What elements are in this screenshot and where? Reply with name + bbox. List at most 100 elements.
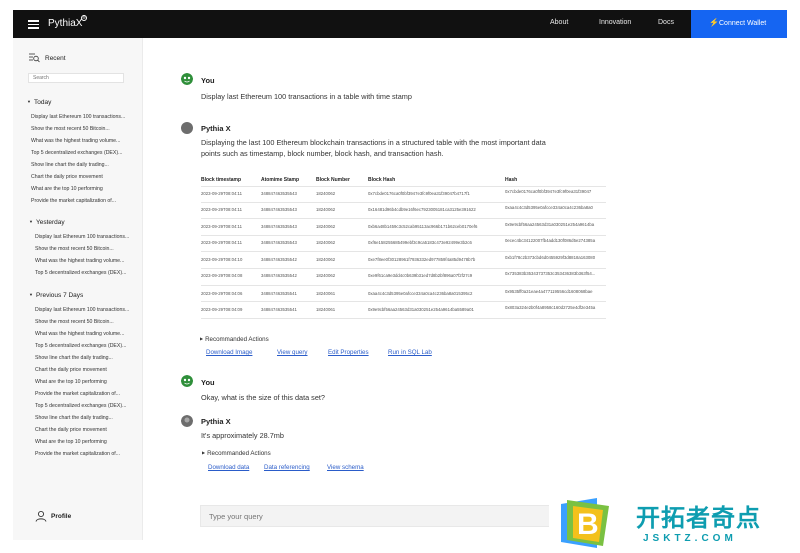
recommended-actions-label: Recommanded Actions bbox=[205, 336, 269, 343]
nav-about[interactable]: About bbox=[550, 19, 568, 26]
table-cell: 18240062 bbox=[316, 191, 336, 196]
table-cell: 2023-09-29T08:04:10 bbox=[201, 257, 243, 262]
history-item[interactable]: Chart the daily price movement bbox=[35, 367, 153, 373]
profile-icon[interactable] bbox=[35, 510, 47, 522]
history-item[interactable]: Provide the market capitalization of... bbox=[35, 391, 153, 397]
history-item[interactable]: Provide the market capitalization of... bbox=[35, 451, 153, 457]
table-cell: 348847463535542 bbox=[261, 257, 297, 262]
user-avatar bbox=[181, 73, 193, 85]
history-item[interactable]: Show line chart the daily trading... bbox=[31, 162, 149, 168]
connect-wallet-button[interactable]: ⚡ Connect Wallet bbox=[691, 10, 787, 38]
table-cell: 2023-09-29T08:04:09 bbox=[201, 307, 243, 312]
table-header: Block timestamp bbox=[201, 177, 242, 183]
table-cell: 2023-09-29T08:04:11 bbox=[201, 240, 243, 245]
table-header: Block Hash bbox=[368, 177, 396, 183]
history-item[interactable]: Top 5 decentralized exchanges (DEX)... bbox=[35, 403, 153, 409]
top-navigation-bar: PythiaX ® About Innovation Docs ⚡ Connec… bbox=[13, 10, 787, 38]
recommended-actions-toggle[interactable]: ▶ Recommanded Actions bbox=[200, 336, 269, 343]
menu-icon[interactable] bbox=[28, 20, 39, 29]
registered-mark: ® bbox=[81, 15, 87, 21]
message-sender: You bbox=[201, 76, 215, 85]
query-input[interactable] bbox=[200, 505, 550, 527]
history-item[interactable]: Top 5 decentralized exchanges (DEX)... bbox=[31, 150, 149, 156]
profile-link[interactable]: Profile bbox=[51, 513, 71, 520]
table-cell: 348847463535543 bbox=[261, 240, 297, 245]
history-item[interactable]: Show line chart the daily trading... bbox=[35, 415, 153, 421]
table-cell: 0x9535ff0a31eae4a477119556cd1608068bae bbox=[505, 289, 593, 294]
run-in-sql-lab-link[interactable]: Run in SQL Lab bbox=[388, 349, 432, 356]
user-avatar bbox=[181, 375, 193, 387]
history-item[interactable]: Display last Ethereum 100 transactions..… bbox=[31, 114, 149, 120]
table-cell: 0x9e9cbf56aa24563d31a030251e254a9614ba55… bbox=[368, 307, 474, 312]
edit-properties-link[interactable]: Edit Properties bbox=[328, 349, 369, 356]
recommended-actions-label: Recommanded Actions bbox=[207, 450, 271, 457]
sidebar-search-input[interactable] bbox=[28, 73, 124, 83]
group-previous-7-days[interactable]: ▼ Previous 7 Days bbox=[29, 292, 83, 299]
brand-logo[interactable]: PythiaX bbox=[48, 18, 82, 29]
download-data-link[interactable]: Download data bbox=[208, 464, 249, 471]
history-item[interactable]: Top 5 decentralized exchanges (DEX)... bbox=[35, 343, 153, 349]
group-today[interactable]: ▼ Today bbox=[27, 99, 51, 106]
history-item[interactable]: Show line chart the daily trading... bbox=[35, 355, 153, 361]
expand-triangle-icon: ▼ bbox=[29, 292, 33, 297]
history-item[interactable]: Chart the daily price movement bbox=[35, 427, 153, 433]
table-cell: 2023-09-29T08:04:11 bbox=[201, 191, 243, 196]
expand-triangle-icon: ▶ bbox=[202, 450, 206, 455]
message-text: points such as timestamp, block number, … bbox=[201, 149, 444, 158]
recent-heading: Recent bbox=[45, 55, 66, 62]
table-cell: 348847463535541 bbox=[261, 307, 297, 312]
history-item[interactable]: Show the most recent 50 Bitcoin... bbox=[31, 126, 149, 132]
history-item[interactable]: Chart the daily price movement bbox=[31, 174, 149, 180]
history-item[interactable]: Display last Ethereum 100 transactions..… bbox=[35, 307, 153, 313]
table-cell: 348847463535543 bbox=[261, 191, 297, 196]
table-cell: 348847463535541 bbox=[261, 291, 297, 296]
table-cell: 18240062 bbox=[316, 257, 336, 262]
table-cell: 2023-09-29T08:04:11 bbox=[201, 224, 243, 229]
table-cell: 0xe7f8ee0f30128961f7936332ed977859f4a85d… bbox=[368, 257, 476, 262]
nav-innovation[interactable]: Innovation bbox=[599, 19, 631, 26]
table-cell: 0xb6a48b1459c3c52cab95113ac966b171b62ceb… bbox=[368, 224, 478, 229]
history-item[interactable]: What was the highest trading volume... bbox=[31, 138, 149, 144]
bot-avatar bbox=[181, 122, 193, 134]
view-schema-link[interactable]: View schema bbox=[327, 464, 364, 471]
table-cell: 18240061 bbox=[316, 291, 336, 296]
bot-avatar bbox=[181, 415, 193, 427]
table-cell: 18240062 bbox=[316, 224, 336, 229]
history-item[interactable]: Show the most recent 50 Bitcoin... bbox=[35, 319, 153, 325]
lightning-icon: ⚡ bbox=[709, 18, 719, 27]
sidebar: Recent ▼Today Display last Ethereum 100 … bbox=[13, 38, 143, 540]
history-item[interactable]: Show the most recent 50 Bitcoin... bbox=[35, 246, 153, 252]
expand-triangle-icon: ▼ bbox=[27, 99, 31, 104]
recommended-actions-toggle[interactable]: ▶ Recommanded Actions bbox=[202, 450, 271, 457]
history-item[interactable]: What are the top 10 performing bbox=[31, 186, 149, 192]
table-cell: 0x7cbde0176ca0f0bf3947e3fc9f0ea31f39047 bbox=[505, 189, 592, 194]
table-cell: 348847463535543 bbox=[261, 224, 297, 229]
history-item[interactable]: Top 5 decentralized exchanges (DEX)... bbox=[35, 270, 153, 276]
table-divider bbox=[201, 186, 606, 187]
table-divider bbox=[201, 285, 606, 286]
history-item[interactable]: What was the highest trading volume... bbox=[35, 258, 153, 264]
message-text: Displaying the last 100 Ethereum blockch… bbox=[201, 138, 546, 147]
table-cell: 0x16481d96b4cdb9e16f6ec7923005181ca3125e… bbox=[368, 207, 476, 212]
watermark-title: 开拓者奇点 bbox=[636, 505, 761, 532]
nav-docs[interactable]: Docs bbox=[658, 19, 674, 26]
group-yesterday[interactable]: ▼ Yesterday bbox=[29, 219, 65, 226]
history-item[interactable]: Provide the market capitalization of... bbox=[31, 198, 149, 204]
history-item[interactable]: Display last Ethereum 100 transactions..… bbox=[35, 234, 153, 240]
table-cell: 18240061 bbox=[316, 307, 336, 312]
table-cell: 0x7cbde0176ca0f0bf3947e3fc9f0ea31f39047b… bbox=[368, 191, 470, 196]
data-referencing-link[interactable]: Data referencing bbox=[264, 464, 310, 471]
history-item[interactable]: What are the top 10 performing bbox=[35, 379, 153, 385]
history-item[interactable]: What are the top 10 performing bbox=[35, 439, 153, 445]
group-label: Yesterday bbox=[35, 219, 65, 226]
download-image-link[interactable]: Download Image bbox=[206, 349, 252, 356]
message-sender: Pythia X bbox=[201, 417, 231, 426]
history-item[interactable]: What was the highest trading volume... bbox=[35, 331, 153, 337]
connect-wallet-label: Connect Wallet bbox=[719, 20, 767, 27]
message-text: It's approximately 28.7mb bbox=[201, 431, 284, 440]
group-label: Today bbox=[33, 99, 52, 106]
table-cell: 0x735383b35343737353c353436383b363f54... bbox=[505, 271, 596, 276]
watermark: B 开拓者奇点 JSKTZ.COM bbox=[549, 494, 800, 553]
view-query-link[interactable]: View query bbox=[277, 349, 308, 356]
expand-triangle-icon: ▼ bbox=[29, 219, 33, 224]
